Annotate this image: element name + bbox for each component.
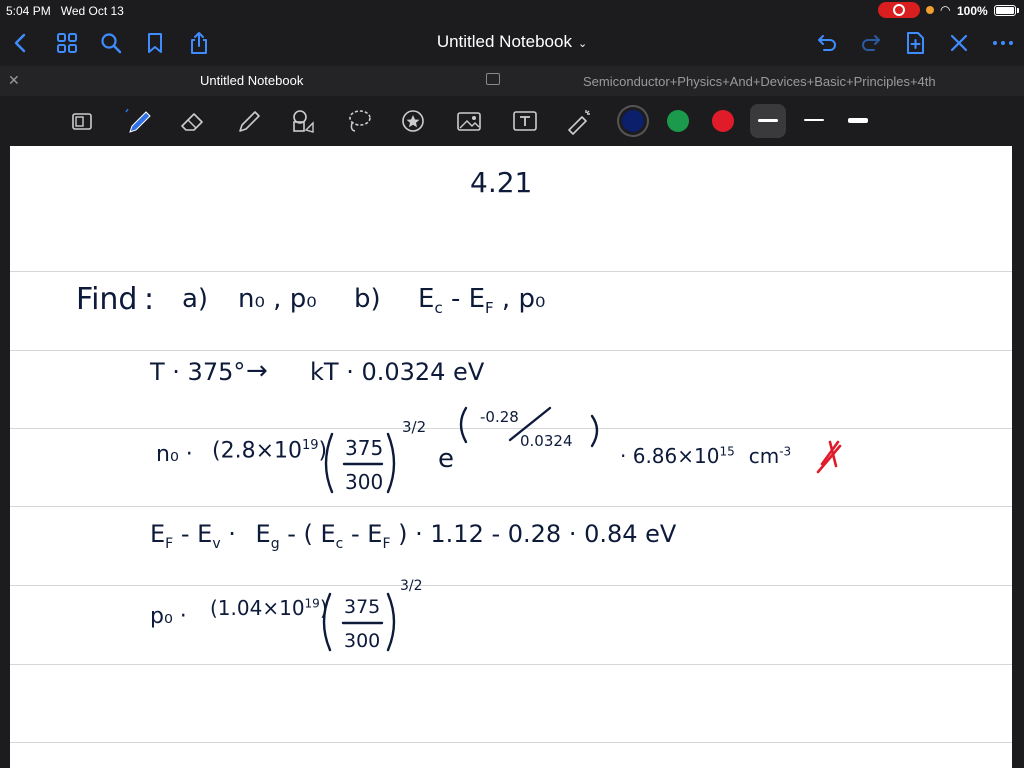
stroke-width-thick[interactable] — [840, 104, 876, 138]
stroke-width-thin[interactable] — [750, 104, 786, 138]
color-swatch-navy[interactable] — [622, 110, 644, 132]
nav-toolbar: Untitled Notebook ⌄ — [0, 22, 1024, 64]
battery-icon — [994, 5, 1016, 16]
ink-strokes — [322, 406, 842, 652]
tab-bar: ✕ Untitled Notebook Semiconductor+Physic… — [0, 66, 1024, 96]
page-layout-icon[interactable] — [66, 104, 100, 138]
text-tool-icon[interactable] — [508, 104, 542, 138]
chevron-down-icon: ⌄ — [577, 38, 588, 50]
shapes-tool-icon[interactable] — [286, 104, 320, 138]
wifi-icon: ◠ — [940, 3, 951, 17]
color-swatch-green[interactable] — [667, 110, 689, 132]
notebook-title-text: Untitled Notebook — [436, 32, 572, 51]
more-icon[interactable] — [990, 30, 1016, 56]
notebook-page[interactable]: 4.21 Find : a) n₀ , p₀ b) Ec - EF , p₀ T… — [10, 146, 1012, 768]
time-text: 5:04 PM — [6, 4, 51, 18]
status-bar: 5:04 PM Wed Oct 13 ◠ 100% — [0, 0, 1024, 22]
stroke-width-medium[interactable] — [796, 104, 832, 138]
close-icon[interactable] — [946, 30, 972, 56]
status-time: 5:04 PM Wed Oct 13 — [6, 4, 124, 18]
focus-moon-icon — [926, 6, 934, 14]
tool-bar — [0, 96, 1024, 146]
color-swatch-red[interactable] — [712, 110, 734, 132]
tab-semiconductor-pdf[interactable]: Semiconductor+Physics+And+Devices+Basic+… — [583, 74, 936, 89]
undo-icon[interactable] — [814, 30, 840, 56]
add-page-icon[interactable] — [902, 30, 928, 56]
tab-close-icon[interactable]: ✕ — [8, 72, 20, 89]
date-text: Wed Oct 13 — [60, 4, 124, 18]
highlighter-tool-icon[interactable] — [232, 104, 266, 138]
lasso-tool-icon[interactable] — [342, 104, 376, 138]
redo-icon[interactable] — [858, 30, 884, 56]
laser-pointer-icon[interactable] — [562, 104, 596, 138]
tab-untitled-notebook[interactable]: Untitled Notebook — [200, 73, 303, 88]
split-view-icon[interactable] — [486, 73, 500, 85]
battery-percent: 100% — [957, 4, 988, 18]
image-tool-icon[interactable] — [452, 104, 486, 138]
battery-cap — [1017, 8, 1019, 13]
eraser-tool-icon[interactable] — [176, 104, 210, 138]
pen-tool-icon[interactable] — [120, 104, 154, 138]
sticker-tool-icon[interactable] — [396, 104, 430, 138]
screen-recording-icon[interactable] — [878, 2, 920, 18]
